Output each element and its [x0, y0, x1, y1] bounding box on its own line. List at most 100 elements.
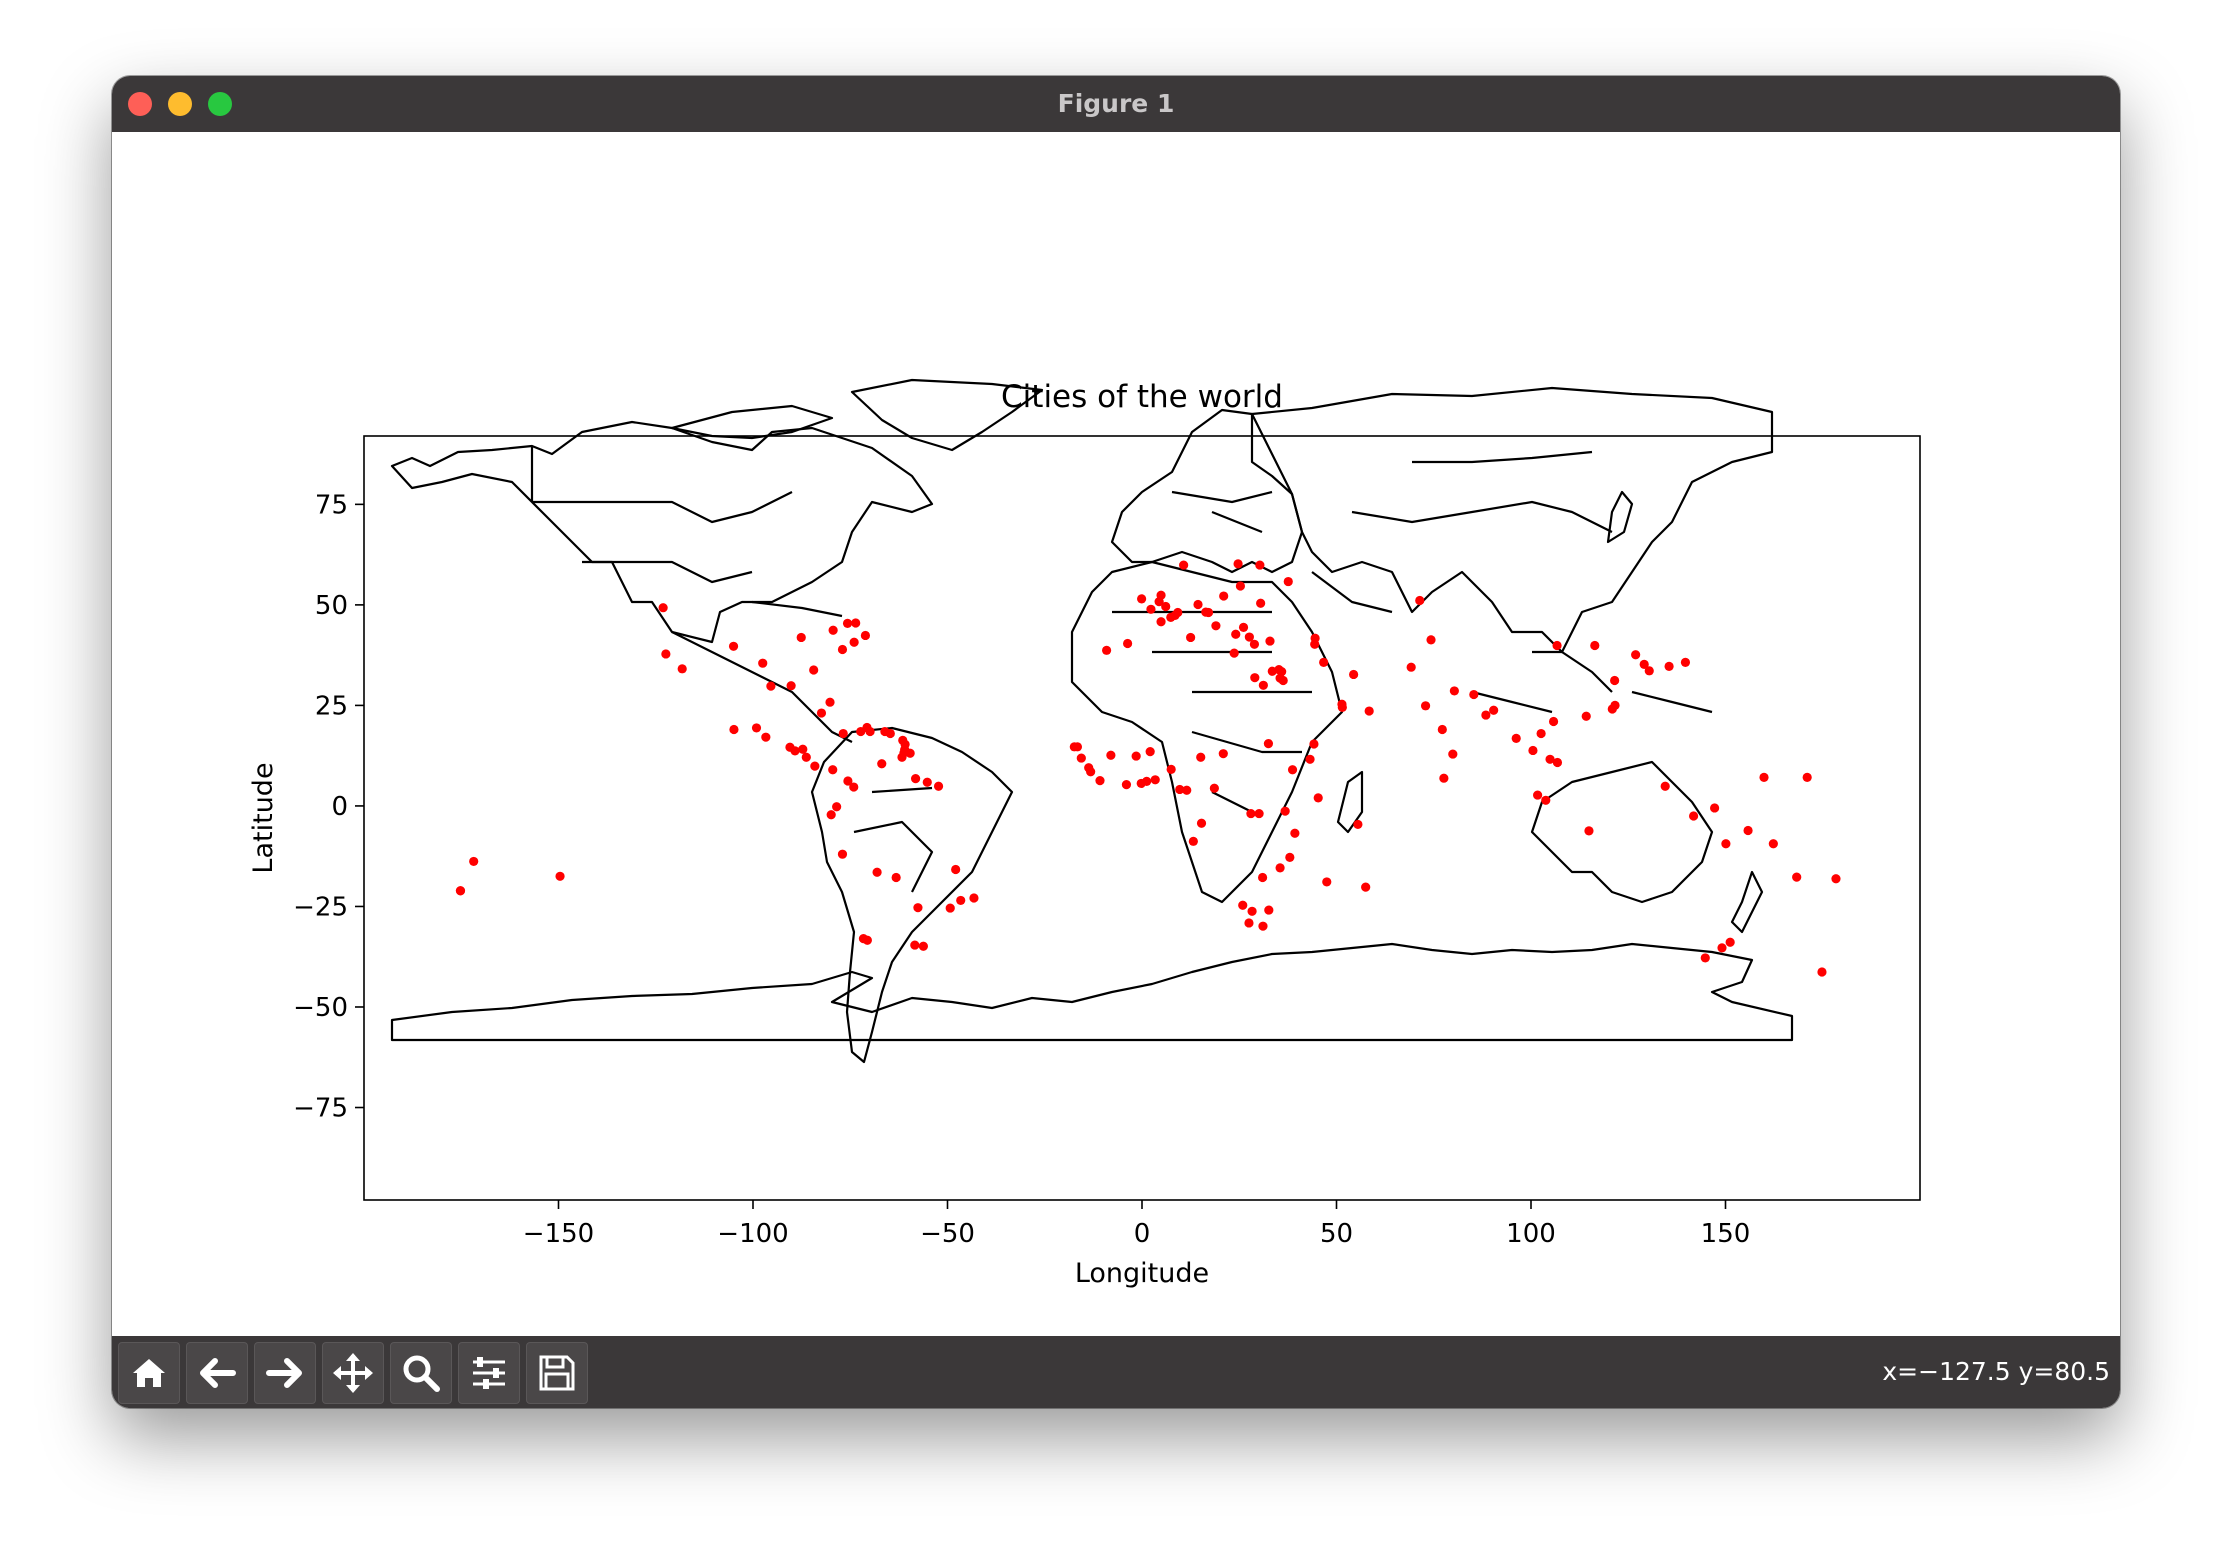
city-point [1305, 754, 1315, 764]
city-point [897, 752, 907, 762]
scatter-plot[interactable]: Cities of the world −150 −100 −50 0 50 1… [112, 132, 2120, 1336]
city-point [1145, 747, 1155, 757]
city-point [1644, 666, 1654, 676]
city-point [1489, 705, 1499, 715]
city-point [1280, 806, 1290, 816]
city-point [1287, 765, 1298, 775]
city-point [1548, 716, 1559, 727]
city-point [1211, 621, 1221, 631]
x-tick-label: 0 [1134, 1219, 1151, 1249]
forward-button[interactable] [254, 1342, 316, 1404]
city-point [1257, 872, 1268, 883]
y-axis-label: Latitude [248, 762, 279, 873]
city-point [1102, 645, 1112, 655]
city-point [1247, 906, 1257, 916]
y-tick-label: 75 [315, 490, 348, 520]
y-tick-label: −50 [293, 993, 348, 1023]
city-point [828, 625, 838, 635]
city-point [1137, 594, 1147, 604]
city-point [837, 849, 848, 859]
city-point [1721, 839, 1731, 849]
city-point [849, 637, 859, 647]
city-point [1631, 650, 1641, 660]
city-point [729, 724, 739, 735]
city-point [1233, 559, 1243, 569]
city-point [1319, 657, 1329, 667]
city-point [1710, 803, 1720, 813]
city-point [1150, 775, 1160, 785]
city-point [865, 726, 875, 737]
figure-canvas[interactable]: Cities of the world −150 −100 −50 0 50 1… [112, 132, 2120, 1336]
floppy-disk-icon [539, 1355, 575, 1391]
zoom-button[interactable] [390, 1342, 452, 1404]
city-point [860, 630, 871, 641]
city-point [1238, 622, 1249, 633]
city-point [1415, 595, 1425, 606]
home-button[interactable] [118, 1342, 180, 1404]
city-point [826, 810, 836, 820]
city-point [1768, 839, 1778, 849]
city-point [1106, 750, 1116, 760]
city-point [766, 681, 776, 691]
city-point [1188, 836, 1198, 846]
city-point [832, 802, 842, 812]
city-point [1449, 686, 1459, 696]
city-point [798, 744, 808, 754]
city-point [677, 664, 687, 674]
city-point [1700, 953, 1710, 963]
city-point [918, 941, 928, 951]
city-point [913, 903, 923, 913]
city-point [1131, 751, 1141, 761]
city-point [1121, 780, 1132, 790]
city-point [1283, 576, 1293, 587]
city-point [956, 895, 966, 906]
city-point [922, 777, 932, 787]
city-point [1146, 604, 1156, 614]
city-point [1610, 675, 1620, 686]
configure-subplots-button[interactable] [458, 1342, 520, 1404]
pan-button[interactable] [322, 1342, 384, 1404]
magnifier-icon [403, 1355, 440, 1392]
city-point [1231, 629, 1241, 639]
city-point [1255, 560, 1265, 570]
city-point [751, 723, 762, 733]
city-point [933, 781, 944, 791]
city-point [1256, 598, 1266, 608]
city-point [728, 641, 739, 651]
y-tick-label: −25 [293, 892, 348, 922]
x-tick-label: −50 [920, 1219, 975, 1249]
x-axis-label: Longitude [1075, 1258, 1209, 1289]
move-icon [333, 1353, 373, 1393]
city-point [1263, 739, 1274, 749]
city-point [1229, 648, 1239, 658]
city-point [1364, 706, 1374, 716]
city-point [945, 903, 955, 913]
city-point [790, 746, 800, 756]
city-point [842, 618, 853, 628]
city-point [810, 761, 820, 771]
city-point [1173, 607, 1183, 618]
y-tick-label: −75 [293, 1094, 348, 1124]
city-point [1069, 742, 1079, 752]
window-title: Figure 1 [1057, 89, 1175, 118]
city-point [1086, 767, 1096, 777]
city-point [1196, 752, 1206, 762]
city-point [1275, 863, 1285, 873]
city-point [1481, 710, 1491, 720]
city-point [1182, 785, 1192, 795]
city-point [1552, 640, 1562, 651]
x-tick-label: 50 [1320, 1219, 1353, 1249]
city-point [1607, 704, 1617, 714]
save-button[interactable] [526, 1342, 588, 1404]
city-point [1313, 793, 1323, 803]
city-point [969, 893, 979, 903]
city-point [455, 886, 466, 896]
city-point [1264, 905, 1274, 915]
city-point [838, 728, 848, 739]
title-bar[interactable]: Figure 1 [112, 76, 2120, 133]
city-point [1717, 943, 1727, 953]
back-button[interactable] [186, 1342, 248, 1404]
city-point [1725, 937, 1735, 947]
city-point [900, 739, 910, 750]
arrow-right-icon [266, 1358, 302, 1388]
